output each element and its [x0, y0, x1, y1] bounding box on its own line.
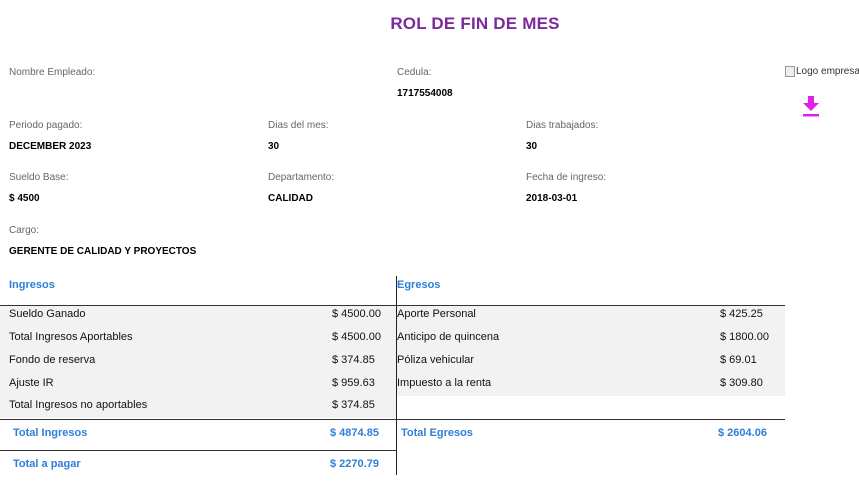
total-ingresos-amount: $ 4874.85	[330, 427, 379, 439]
pagar-divider	[0, 450, 396, 451]
ingresos-row-label: Fondo de reserva	[9, 354, 96, 366]
periodo-value: DECEMBER 2023	[9, 141, 92, 152]
egresos-header: Egresos	[397, 279, 441, 291]
egresos-row-label: Póliza vehicular	[397, 354, 475, 366]
sueldo-base-value: $ 4500	[9, 193, 40, 204]
ingresos-row-amount: $ 959.63	[332, 377, 375, 389]
dias-mes-label: Dias del mes:	[268, 120, 329, 131]
column-divider	[396, 276, 397, 475]
dias-mes-value: 30	[268, 141, 280, 152]
total-ingresos-label: Total Ingresos	[13, 427, 88, 439]
dias-trabajados-label: Dias trabajados:	[526, 120, 599, 131]
cedula-label: Cedula:	[397, 67, 432, 78]
ingresos-header: Ingresos	[9, 279, 55, 291]
egresos-row-label: Aporte Personal	[397, 308, 476, 320]
cargo-label: Cargo:	[9, 225, 40, 236]
egresos-row-amount: $ 425.25	[720, 308, 763, 320]
egresos-row-label: Anticipo de quincena	[397, 331, 500, 343]
total-egresos-amount: $ 2604.06	[718, 427, 767, 439]
logo-alt-text: Logo empresa	[796, 66, 859, 77]
employee-name-label: Nombre Empleado:	[9, 67, 96, 78]
total-egresos-label: Total Egresos	[401, 427, 473, 439]
page-title: ROL DE FIN DE MES	[390, 14, 560, 33]
ingresos-row-amount: $ 4500.00	[332, 308, 381, 320]
total-a-pagar-label: Total a pagar	[13, 458, 81, 470]
ingresos-row-amount: $ 374.85	[332, 354, 375, 366]
periodo-label: Periodo pagado:	[9, 120, 83, 131]
totals-divider	[0, 419, 785, 420]
total-a-pagar-amount: $ 2270.79	[330, 458, 379, 470]
dias-trabajados-value: 30	[526, 141, 538, 152]
ingresos-row-label: Total Ingresos no aportables	[9, 399, 148, 411]
egresos-row-amount: $ 69.01	[720, 354, 757, 366]
ingresos-row-label: Total Ingresos Aportables	[9, 331, 133, 343]
download-arrow-icon[interactable]	[802, 95, 820, 117]
ingresos-row-amount: $ 374.85	[332, 399, 375, 411]
cargo-value: GERENTE DE CALIDAD Y PROYECTOS	[9, 246, 197, 257]
fecha-ingreso-value: 2018-03-01	[526, 193, 578, 204]
egresos-row-amount: $ 1800.00	[720, 331, 769, 343]
broken-image-icon	[785, 66, 795, 77]
departamento-label: Departamento:	[268, 172, 335, 183]
cedula-value: 1717554008	[397, 88, 453, 99]
egresos-row-amount: $ 309.80	[720, 377, 763, 389]
departamento-value: CALIDAD	[268, 193, 313, 204]
ingresos-row-label: Ajuste IR	[9, 377, 54, 389]
sueldo-base-label: Sueldo Base:	[9, 172, 69, 183]
fecha-ingreso-label: Fecha de ingreso:	[526, 172, 607, 183]
ingresos-row-amount: $ 4500.00	[332, 331, 381, 343]
table-top-divider	[0, 305, 785, 306]
ingresos-row-label: Sueldo Ganado	[9, 308, 86, 320]
egresos-row-label: Impuesto a la renta	[397, 377, 492, 389]
company-logo: Logo empresa	[785, 66, 859, 77]
